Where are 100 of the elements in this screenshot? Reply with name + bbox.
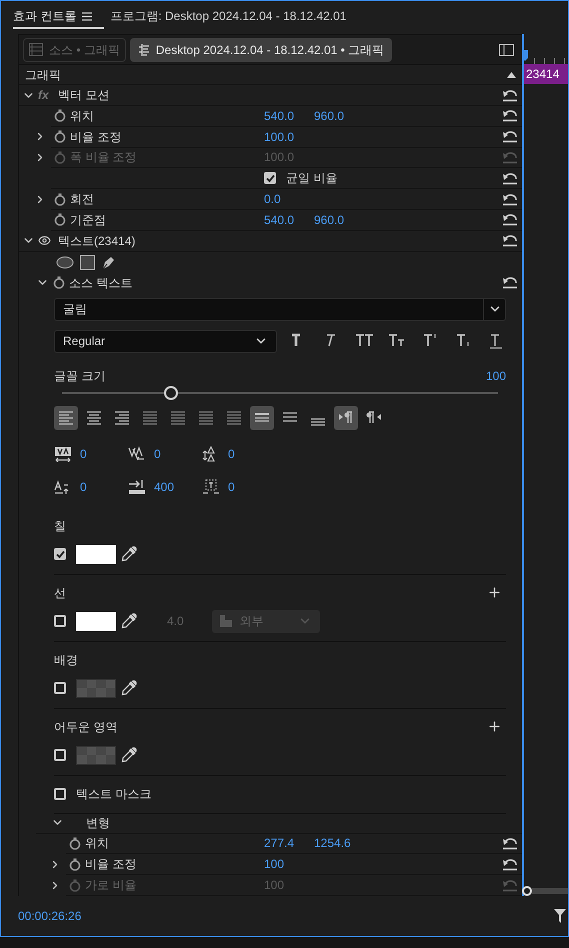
font-style-dropdown[interactable]: Regular (54, 330, 277, 353)
checkbox[interactable] (54, 615, 66, 628)
checkbox-label: 균일 비율 (286, 170, 338, 188)
zoom-handle[interactable] (522, 886, 532, 896)
stopwatch-icon[interactable] (69, 858, 81, 871)
section-label: 선 (54, 584, 66, 602)
metric-value[interactable]: 0 (228, 444, 235, 463)
reset-icon[interactable] (502, 858, 518, 871)
clip-tab[interactable]: Desktop 2024.12.04 - 18.12.42.01 • 그래픽 (130, 38, 392, 62)
eyedropper-icon[interactable] (121, 747, 137, 764)
panel-layout-icon[interactable] (499, 44, 514, 56)
property-value[interactable]: 960.0 (314, 210, 364, 229)
checkbox[interactable] (54, 788, 66, 800)
justify-align-icon (141, 409, 159, 426)
reset-icon[interactable] (502, 836, 518, 850)
reset-icon[interactable] (502, 88, 518, 102)
color-swatch[interactable] (76, 544, 116, 564)
eye-icon[interactable] (38, 234, 51, 248)
section-label: 배경 (54, 652, 78, 669)
metric-value[interactable]: 0 (228, 478, 235, 496)
stopwatch-icon[interactable] (54, 192, 66, 206)
program-title[interactable]: 프로그램: Desktop 2024.12.04 - 18.12.42.01 (110, 7, 346, 25)
property-value[interactable]: 960.0 (314, 106, 364, 125)
reset-icon[interactable] (502, 213, 518, 226)
eyedropper-icon[interactable] (121, 613, 137, 630)
property-value[interactable]: 277.4 (264, 834, 314, 852)
stopwatch-icon[interactable] (53, 276, 65, 290)
middle-align-icon (281, 412, 299, 424)
property-name: 위치 (70, 108, 94, 125)
panel-tab[interactable]: 효과 컨트롤 (13, 7, 104, 29)
reset-icon[interactable] (502, 276, 518, 290)
property-value[interactable]: 540.0 (264, 210, 314, 229)
tracking-icon (54, 446, 72, 462)
reset-icon[interactable] (502, 234, 518, 248)
clip-tab[interactable]: 소스 • 그래픽 (23, 38, 126, 62)
checkbox[interactable] (54, 548, 66, 560)
effect-name: 텍스트(23414) (58, 232, 136, 250)
rectangle-tool-icon[interactable] (80, 254, 95, 270)
metric-value[interactable]: 0 (80, 444, 87, 463)
reset-icon[interactable] (502, 172, 518, 185)
metric-value[interactable]: 0 (154, 444, 161, 463)
property-name: 비율 조정 (85, 856, 136, 874)
font-size-value[interactable]: 100 (486, 366, 506, 385)
filter-icon[interactable] (554, 909, 566, 923)
add-icon[interactable] (487, 719, 502, 734)
property-name: 회전 (70, 191, 94, 208)
property-name: 소스 텍스트 (69, 274, 132, 292)
property-value[interactable]: 540.0 (264, 106, 314, 125)
stopwatch-icon[interactable] (54, 213, 66, 226)
property-value[interactable]: 100 (264, 855, 314, 874)
stopwatch-icon[interactable] (54, 130, 66, 144)
color-swatch[interactable] (76, 746, 116, 765)
color-swatch[interactable] (76, 678, 116, 698)
ellipse-tool-icon[interactable] (56, 256, 74, 269)
menu-icon[interactable] (82, 12, 92, 20)
checkbox[interactable] (54, 682, 66, 694)
justify-align-icon (169, 409, 187, 426)
eyedropper-icon[interactable] (121, 546, 137, 562)
stopwatch-icon[interactable] (69, 836, 81, 850)
property-value[interactable]: 100.0 (264, 128, 314, 146)
property-value[interactable]: 0.0 (264, 190, 314, 208)
property-name: 비율 조정 (70, 128, 122, 146)
font-dropdown[interactable]: 굴림 (54, 298, 506, 321)
right-align-icon (113, 409, 131, 426)
section-label: 어두운 영역 (54, 718, 118, 736)
ruler-ticks (534, 58, 566, 64)
eyedropper-icon[interactable] (121, 680, 137, 696)
scroll-bar[interactable] (532, 888, 568, 894)
tsume-icon (202, 478, 220, 495)
timecode[interactable]: 00:00:26:26 (18, 907, 82, 925)
section-title: 그래픽 (25, 66, 61, 84)
center-align-icon (85, 409, 103, 426)
tab-width-icon (128, 478, 146, 495)
property-value[interactable]: 1254.6 (314, 834, 364, 852)
pen-tool-icon[interactable] (101, 254, 116, 270)
shape-icon (220, 615, 232, 628)
effect-name: 벡터 모션 (58, 87, 110, 104)
left-align-button[interactable] (54, 406, 78, 430)
font-size-slider[interactable] (62, 386, 498, 400)
ltr-align-button[interactable] (334, 406, 358, 430)
property-name: 가로 비율 (85, 877, 136, 894)
checkbox[interactable] (264, 172, 276, 184)
metric-value[interactable]: 400 (154, 478, 174, 496)
reset-icon[interactable] (502, 109, 518, 122)
stopwatch-icon[interactable] (54, 109, 66, 122)
metric-value[interactable]: 0 (80, 478, 87, 496)
sequence-icon (138, 44, 150, 56)
film-icon (29, 43, 43, 56)
checkbox[interactable] (54, 749, 66, 762)
top-align-button[interactable] (250, 406, 274, 430)
clip-bar[interactable]: 23414 (524, 64, 568, 84)
collapse-triangle-icon[interactable] (507, 72, 516, 78)
bottom-align-icon (309, 418, 327, 426)
color-swatch[interactable] (76, 612, 116, 631)
left-align-icon (57, 409, 75, 426)
reset-icon[interactable] (502, 192, 518, 206)
reset-icon[interactable] (502, 130, 518, 144)
justify-align-icon (197, 409, 215, 426)
add-icon[interactable] (487, 585, 502, 600)
section-label: 칠 (54, 518, 66, 535)
